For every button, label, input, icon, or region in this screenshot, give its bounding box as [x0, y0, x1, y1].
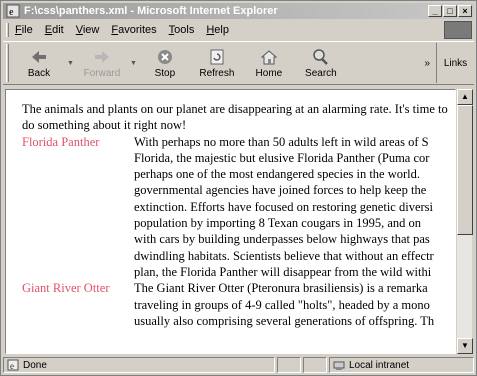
page-content: The animals and plants on our planet are… — [5, 89, 456, 354]
vertical-scrollbar[interactable]: ▲ ▼ — [456, 89, 473, 354]
animal-name: Giant River Otter — [22, 281, 110, 296]
scroll-up-button[interactable]: ▲ — [457, 89, 473, 105]
menu-file[interactable]: File — [15, 24, 33, 36]
toolbar-chevron-icon[interactable]: » — [424, 58, 430, 69]
forward-button[interactable]: Forward — [76, 43, 128, 83]
intro-paragraph: The animals and plants on our planet are… — [22, 102, 448, 133]
stop-label: Stop — [154, 67, 176, 79]
zone-pane: Local intranet — [329, 357, 474, 373]
links-button[interactable]: Links — [436, 43, 474, 83]
window-title: F:\css\panthers.xml - Microsoft Internet… — [24, 5, 278, 17]
scroll-down-button[interactable]: ▼ — [457, 338, 473, 354]
menu-edit[interactable]: Edit — [45, 24, 64, 36]
svg-text:e: e — [10, 361, 14, 371]
status-text-pane: e Done — [3, 357, 275, 373]
local-intranet-icon — [333, 361, 345, 370]
refresh-icon — [210, 49, 224, 64]
ie-logo-icon: e — [6, 4, 20, 18]
search-label: Search — [305, 67, 337, 79]
forward-dropdown-icon[interactable]: ▼ — [130, 60, 137, 67]
zone-label: Local intranet — [349, 359, 410, 371]
title-bar[interactable]: e F:\css\panthers.xml - Microsoft Intern… — [3, 3, 474, 19]
animal-entry: Giant River Otter The Giant River Otter … — [22, 280, 455, 329]
status-pane — [277, 357, 301, 373]
standard-toolbar: Back ▼ Forward ▼ Stop Refresh Home Searc… — [3, 41, 474, 85]
forward-label: Forward — [83, 67, 121, 79]
menu-tools[interactable]: Tools — [169, 24, 195, 36]
close-button[interactable]: × — [458, 5, 472, 17]
refresh-button[interactable]: Refresh — [191, 43, 243, 83]
animal-description: The Giant River Otter (Pteronura brasili… — [134, 281, 435, 328]
status-pane — [303, 357, 327, 373]
back-dropdown-icon[interactable]: ▼ — [67, 60, 74, 67]
status-text: Done — [23, 359, 47, 371]
home-button[interactable]: Home — [243, 43, 295, 83]
refresh-label: Refresh — [199, 67, 235, 79]
menu-grip[interactable] — [6, 23, 9, 37]
back-label: Back — [27, 67, 51, 79]
home-icon — [260, 49, 278, 64]
status-bar: e Done Local intranet — [3, 357, 474, 375]
back-arrow-icon — [32, 50, 46, 63]
animal-description: With perhaps no more than 50 adults left… — [134, 134, 434, 279]
minimize-button[interactable]: _ — [428, 5, 442, 17]
toolbar-grip[interactable] — [6, 44, 9, 82]
menu-favorites[interactable]: Favorites — [111, 24, 156, 36]
back-button[interactable]: Back — [13, 43, 65, 83]
windows-logo-throbber — [444, 21, 472, 39]
browser-window: e F:\css\panthers.xml - Microsoft Intern… — [0, 0, 477, 376]
page-done-icon: e — [7, 359, 19, 371]
search-icon — [313, 48, 328, 65]
stop-icon — [157, 49, 172, 64]
scroll-thumb[interactable] — [457, 105, 473, 235]
forward-arrow-icon — [94, 50, 109, 63]
menu-help[interactable]: Help — [206, 24, 229, 36]
maximize-button[interactable]: □ — [443, 5, 457, 17]
animal-entry: Florida Panther With perhaps no more tha… — [22, 134, 455, 281]
animal-name: Florida Panther — [22, 134, 100, 149]
home-label: Home — [255, 67, 283, 79]
menu-view[interactable]: View — [76, 24, 100, 36]
menu-bar: File Edit View Favorites Tools Help — [3, 21, 474, 39]
stop-button[interactable]: Stop — [139, 43, 191, 83]
search-button[interactable]: Search — [295, 43, 347, 83]
svg-text:e: e — [9, 7, 14, 18]
